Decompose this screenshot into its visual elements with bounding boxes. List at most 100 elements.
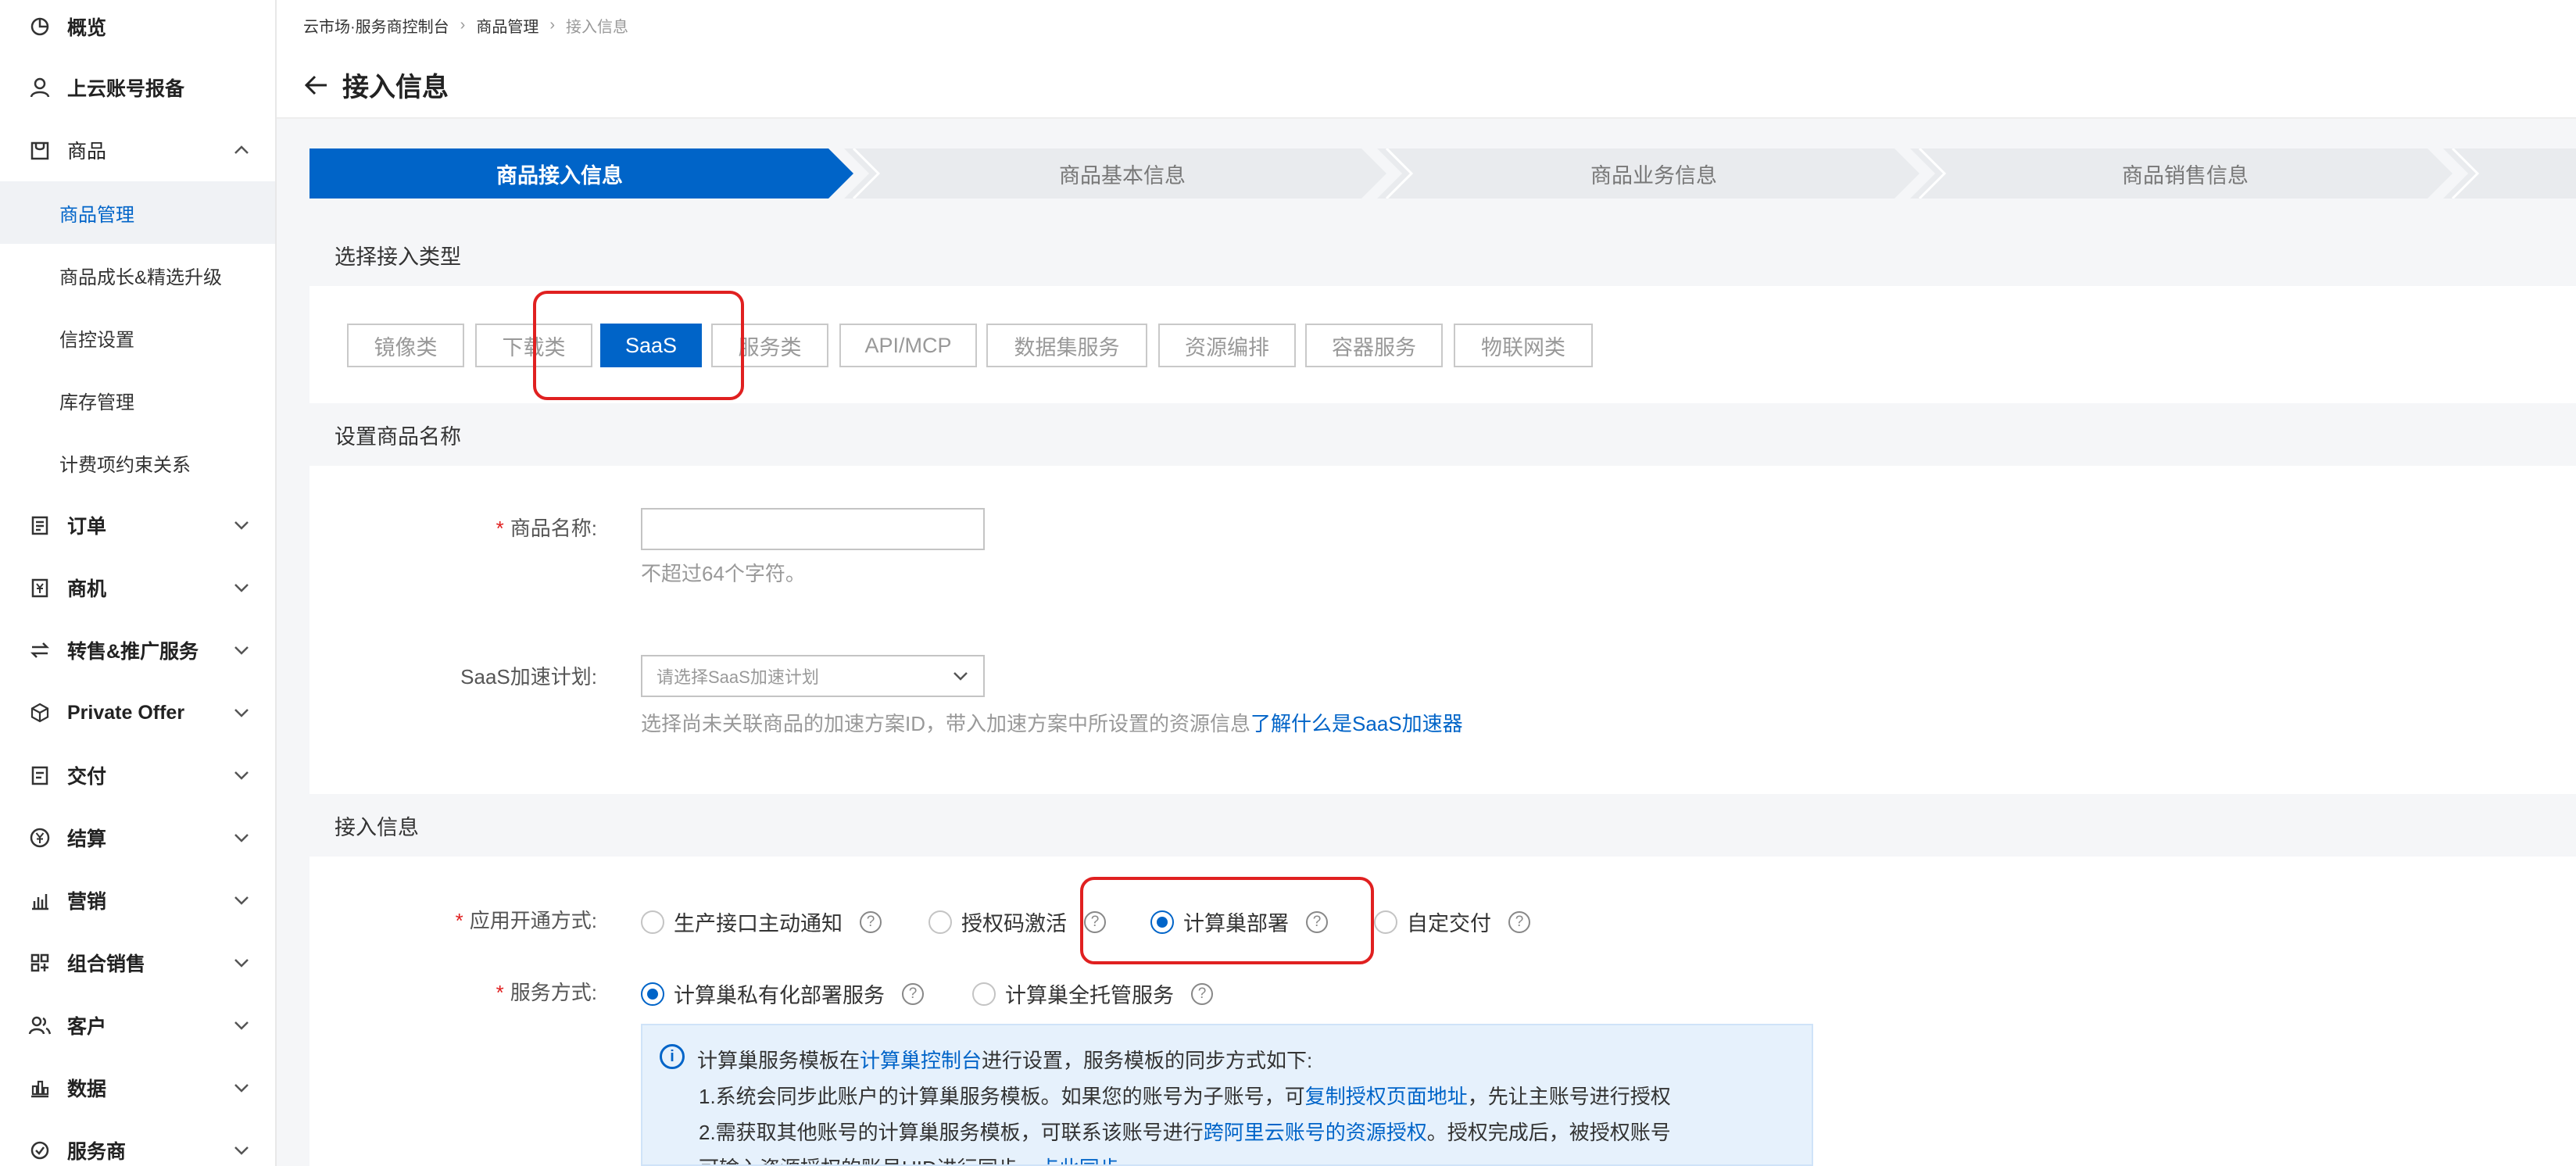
sidebar-item-label: 概览: [67, 17, 107, 39]
chevron-down-icon: [234, 709, 249, 717]
step-progress: 商品接入信息 商品基本信息 商品业务信息 商品销售信息: [309, 148, 2576, 199]
section-title-access-type: 选择接入类型: [309, 224, 2576, 286]
sidebar: 概览 上云账号报备 商品 商品管理 商品成长&精选升级 信控设置 库存管理 计费…: [0, 0, 277, 1166]
grid-icon: [28, 951, 52, 975]
cross-account-auth-link[interactable]: 跨阿里云账号的资源授权: [1204, 1121, 1427, 1144]
help-icon[interactable]: ?: [1191, 982, 1213, 1005]
cube-icon: [28, 701, 52, 724]
product-name-label: * 商品名称:: [406, 513, 597, 542]
open-method-label-text: 应用开通方式:: [469, 909, 597, 932]
product-name-hint: 不超过64个字符。: [641, 562, 806, 585]
chevron-down-icon: [234, 771, 249, 780]
swap-icon: [28, 638, 52, 662]
section-title-product-name: 设置商品名称: [309, 403, 2576, 466]
type-iot[interactable]: 物联网类: [1454, 324, 1593, 367]
sidebar-item-resale[interactable]: 转售&推广服务: [0, 619, 275, 681]
type-api-mcp[interactable]: API/MCP: [839, 324, 977, 367]
sidebar-item-label: 结算: [67, 828, 107, 850]
service-method-managed[interactable]: 计算巢全托管服务?: [972, 978, 1213, 1009]
step-1[interactable]: 商品接入信息: [309, 148, 810, 199]
sidebar-item-marketing[interactable]: 营销: [0, 869, 275, 932]
radio-label: 自定交付: [1407, 912, 1491, 935]
sync-link[interactable]: 点此同步: [1039, 1157, 1120, 1164]
sidebar-item-service-provider[interactable]: 服务商: [0, 1119, 275, 1166]
page-title: 接入信息: [342, 73, 449, 102]
open-method-custom-delivery[interactable]: 自定交付?: [1374, 907, 1530, 937]
type-dataset[interactable]: 数据集服务: [986, 324, 1147, 367]
chevron-down-icon: [234, 1146, 249, 1155]
notice-text: 1.系统会同步此账户的计算巢服务模板。如果您的账号为子账号，可: [699, 1085, 1305, 1108]
chevron-down-icon: [234, 959, 249, 967]
breadcrumb-parent[interactable]: 商品管理: [476, 14, 538, 37]
open-method-api-notify[interactable]: 生产接口主动通知?: [641, 907, 882, 937]
required-asterisk: *: [496, 981, 504, 1004]
step-3[interactable]: 商品业务信息: [1404, 148, 1904, 199]
sidebar-item-label: 商品管理: [59, 204, 134, 226]
yen-document-icon: [28, 576, 52, 599]
sidebar-item-customers[interactable]: 客户: [0, 994, 275, 1057]
sidebar-item-bundle-sales[interactable]: 组合销售: [0, 932, 275, 994]
sidebar-item-private-offer[interactable]: Private Offer: [0, 681, 275, 744]
breadcrumb-root[interactable]: 云市场·服务商控制台: [303, 14, 449, 37]
help-icon[interactable]: ?: [860, 910, 882, 933]
notice-text: 进行设置，服务模板的同步方式如下:: [982, 1049, 1313, 1072]
highlight-compute-nest: [1080, 877, 1374, 964]
sidebar-item-data[interactable]: 数据: [0, 1057, 275, 1119]
sidebar-item-billing-constraints[interactable]: 计费项约束关系: [0, 431, 275, 494]
chevron-down-icon: [234, 521, 249, 530]
step-4[interactable]: 商品销售信息: [1935, 148, 2435, 199]
sidebar-item-credit-settings[interactable]: 信控设置: [0, 306, 275, 369]
info-icon: i: [660, 1044, 685, 1069]
sidebar-item-label: 计费项约束关系: [59, 454, 191, 476]
notice-line-4: 可输入资源授权的账号UID进行同步，点此同步: [697, 1150, 1793, 1164]
sidebar-item-label: 组合销售: [67, 953, 146, 975]
sidebar-item-delivery[interactable]: 交付: [0, 744, 275, 807]
help-icon[interactable]: ?: [1508, 910, 1530, 933]
sidebar-item-overview[interactable]: 概览: [0, 0, 275, 58]
type-container[interactable]: 容器服务: [1305, 324, 1443, 367]
breadcrumb: 云市场·服务商控制台 › 商品管理 › 接入信息: [303, 14, 628, 37]
open-method-license-code[interactable]: 授权码激活?: [928, 907, 1106, 937]
chevron-right-icon: ›: [549, 16, 556, 34]
compute-nest-console-link[interactable]: 计算巢控制台: [860, 1049, 982, 1072]
sidebar-item-label: 信控设置: [59, 329, 134, 351]
order-list-icon: [28, 513, 52, 537]
sidebar-item-product[interactable]: 商品: [0, 119, 275, 181]
help-icon[interactable]: ?: [902, 982, 924, 1005]
service-method-private[interactable]: 计算巢私有化部署服务?: [641, 978, 924, 1009]
sidebar-item-label: 上云账号报备: [67, 78, 185, 100]
type-image[interactable]: 镜像类: [347, 324, 464, 367]
sidebar-item-inventory[interactable]: 库存管理: [0, 369, 275, 431]
sidebar-item-product-growth[interactable]: 商品成长&精选升级: [0, 244, 275, 306]
radio-circle: [641, 910, 664, 934]
sidebar-item-settlement[interactable]: 结算: [0, 807, 275, 869]
sidebar-item-cloud-account[interactable]: 上云账号报备: [0, 56, 275, 119]
sidebar-item-orders[interactable]: 订单: [0, 494, 275, 556]
saas-accel-placeholder: 请选择SaaS加速计划: [657, 667, 819, 687]
radio-circle: [928, 910, 952, 934]
product-name-input[interactable]: [641, 508, 985, 550]
radio-label: 计算巢私有化部署服务: [674, 984, 885, 1007]
saas-accel-learn-link[interactable]: 了解什么是SaaS加速器: [1250, 712, 1463, 735]
sidebar-item-label: 服务商: [67, 1141, 127, 1163]
step-2[interactable]: 商品基本信息: [872, 148, 1372, 199]
sidebar-item-label: 交付: [67, 766, 107, 788]
compute-nest-notice: i 计算巢服务模板在计算巢控制台进行设置，服务模板的同步方式如下: 1.系统会同…: [641, 1024, 1813, 1166]
radio-label: 授权码激活: [961, 912, 1067, 935]
notice-line-3: 2.需获取其他账号的计算巢服务模板，可联系该账号进行跨阿里云账号的资源授权。授权…: [697, 1114, 1793, 1150]
service-method-label: * 服务方式:: [360, 977, 597, 1006]
type-resource-orchestration[interactable]: 资源编排: [1158, 324, 1296, 367]
delivery-doc-icon: [28, 764, 52, 787]
sidebar-item-opportunities[interactable]: 商机: [0, 556, 275, 619]
breadcrumb-current: 接入信息: [566, 19, 629, 36]
saas-accel-select[interactable]: 请选择SaaS加速计划: [641, 655, 985, 697]
badge-icon: [28, 1139, 52, 1162]
back-arrow-icon[interactable]: [303, 72, 330, 98]
notice-line-2: 1.系统会同步此账户的计算巢服务模板。如果您的账号为子账号，可复制授权页面地址，…: [697, 1078, 1793, 1114]
copy-auth-url-link[interactable]: 复制授权页面地址: [1305, 1085, 1468, 1108]
sidebar-item-product-management[interactable]: 商品管理: [0, 181, 275, 244]
notice-line-1: 计算巢服务模板在计算巢控制台进行设置，服务模板的同步方式如下:: [697, 1043, 1793, 1078]
required-asterisk: *: [496, 517, 504, 540]
chevron-up-icon: [234, 145, 249, 154]
required-asterisk: *: [455, 909, 463, 932]
